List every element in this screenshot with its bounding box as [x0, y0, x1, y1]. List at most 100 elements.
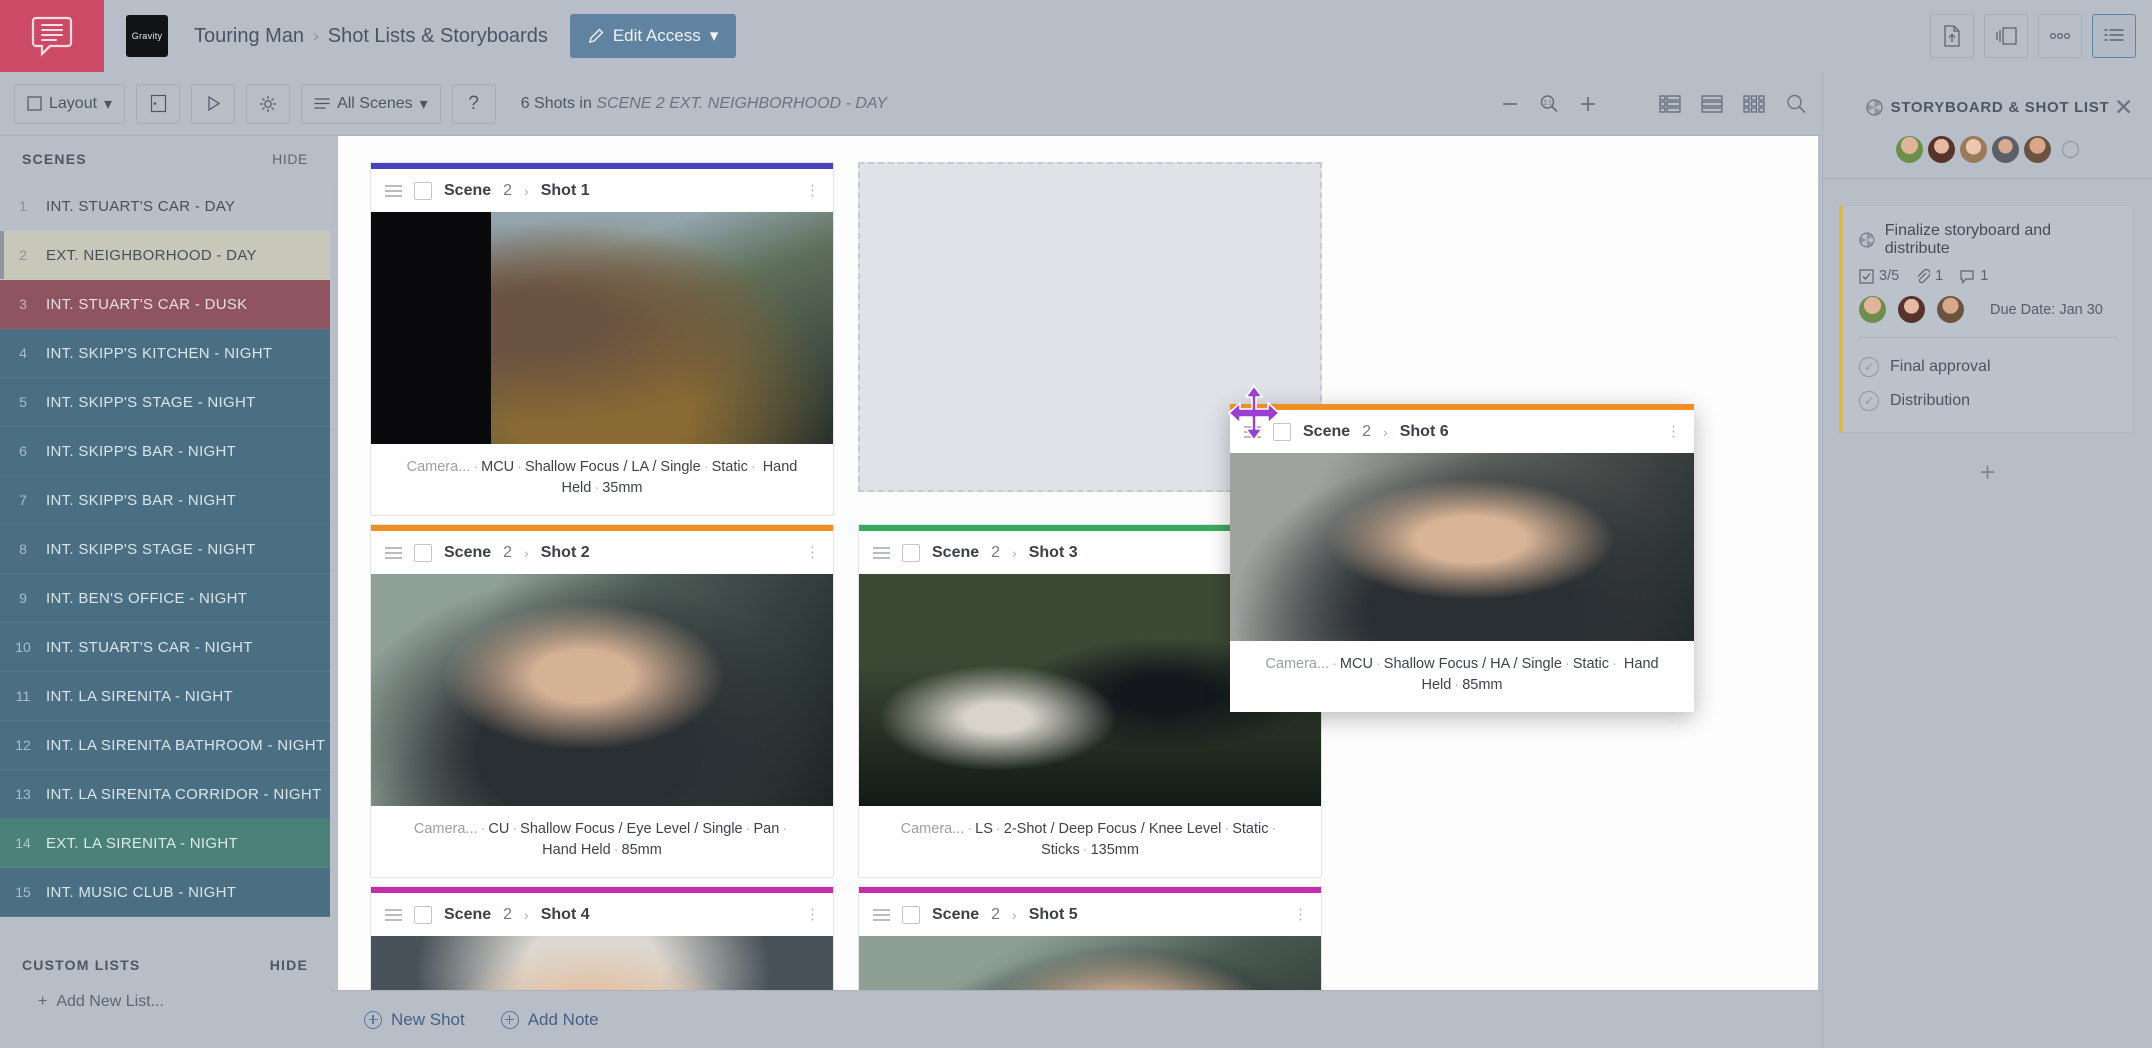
scene-row[interactable]: 11 INT. LA SIRENITA - NIGHT: [0, 672, 330, 721]
scene-row[interactable]: 10 INT. STUART'S CAR - NIGHT: [0, 623, 330, 672]
shot-thumbnail[interactable]: [1230, 453, 1694, 641]
app-logo[interactable]: [0, 0, 104, 72]
settings-button[interactable]: [246, 83, 291, 124]
drag-handle-icon[interactable]: [873, 908, 890, 921]
shot-menu-button[interactable]: ⋮: [1666, 424, 1681, 439]
shot-select-checkbox[interactable]: [414, 543, 432, 562]
breadcrumb-project[interactable]: Touring Man: [194, 25, 304, 48]
add-new-list-button[interactable]: + Add New List...: [0, 993, 330, 1011]
scene-row[interactable]: 6 INT. SKIPP'S BAR - NIGHT: [0, 427, 330, 476]
avatar[interactable]: [1960, 136, 1987, 163]
add-note-button[interactable]: Add Note: [500, 1010, 599, 1030]
scene-row[interactable]: 2 EXT. NEIGHBORHOOD - DAY: [0, 231, 330, 280]
circle-check-icon[interactable]: ✓: [1859, 391, 1879, 411]
scene-name: EXT. NEIGHBORHOOD - DAY: [46, 246, 257, 264]
scene-row[interactable]: 8 INT. SKIPP'S STAGE - NIGHT: [0, 525, 330, 574]
board-bottom-actions: New Shot Add Note: [330, 990, 1822, 1048]
scene-row[interactable]: 9 INT. BEN'S OFFICE - NIGHT: [0, 574, 330, 623]
scene-number: 11: [15, 688, 31, 704]
shot-select-checkbox[interactable]: [414, 181, 432, 200]
shot-menu-button[interactable]: ⋮: [1293, 907, 1308, 922]
add-task-button[interactable]: +: [1823, 457, 2152, 488]
shot-list-button[interactable]: [2092, 14, 2136, 58]
scene-row[interactable]: 14 EXT. LA SIRENITA - NIGHT: [0, 819, 330, 868]
shot-thumbnail[interactable]: [371, 212, 833, 444]
avatar[interactable]: [1928, 136, 1955, 163]
scenes-filter-label: All Scenes: [337, 94, 413, 112]
scene-number: 7: [19, 492, 27, 508]
scene-row[interactable]: 3 INT. STUART'S CAR - DUSK: [0, 280, 330, 329]
avatar[interactable]: [1937, 296, 1964, 323]
shot-scene-label: Scene: [444, 181, 492, 199]
scene-row[interactable]: 15 INT. MUSIC CLUB - NIGHT: [0, 868, 330, 917]
export-button[interactable]: [1930, 14, 1974, 58]
drag-handle-icon[interactable]: [385, 184, 402, 197]
shot-card[interactable]: Scene 2 › Shot 1 ⋮ Camera... · MCU · Shallow Focu…: [370, 162, 834, 517]
zoom-in-button[interactable]: [1579, 95, 1597, 113]
scene-row[interactable]: 4 INT. SKIPP'S KITCHEN - NIGHT: [0, 329, 330, 378]
task-subitem[interactable]: ✓ Distribution: [1859, 384, 2117, 418]
new-shot-button[interactable]: New Shot: [364, 1010, 465, 1030]
drag-handle-icon[interactable]: [873, 546, 890, 559]
drag-handle-icon[interactable]: [385, 908, 402, 921]
view-grid-button[interactable]: [1743, 94, 1765, 114]
view-list-button[interactable]: [1659, 94, 1681, 114]
scene-row[interactable]: 13 INT. LA SIRENITA CORRIDOR - NIGHT: [0, 770, 330, 819]
shot-menu-button[interactable]: ⋮: [805, 907, 820, 922]
new-shot-label: New Shot: [391, 1009, 465, 1029]
shot-select-checkbox[interactable]: [902, 543, 920, 562]
chevron-right-icon: ›: [1012, 544, 1017, 561]
breadcrumb-section[interactable]: Shot Lists & Storyboards: [328, 25, 548, 48]
dragged-shot-card[interactable]: Scene 2 › Shot 6 ⋮ Camera... · MCU · Shallow Focu…: [1230, 404, 1694, 713]
avatar[interactable]: [1896, 136, 1923, 163]
add-new-list-label: Add New List...: [56, 993, 164, 1010]
scene-list: 1 INT. STUART'S CAR - DAY 2 EXT. NEIGHBORHO…: [0, 182, 330, 917]
view-rows-button[interactable]: [1701, 94, 1723, 114]
zoom-reset-button[interactable]: 1:1: [1539, 94, 1559, 114]
help-button[interactable]: ?: [451, 83, 496, 124]
shot-count-status: 6 Shots in SCENE 2 EXT. NEIGHBORHOOD - D…: [521, 95, 887, 113]
edit-access-button[interactable]: Edit Access ▾: [569, 14, 737, 58]
layout-button[interactable]: Layout ▾: [14, 83, 126, 124]
circle-check-icon[interactable]: ✓: [1859, 357, 1879, 377]
shot-thumbnail[interactable]: [371, 574, 833, 807]
drag-handle-icon[interactable]: [385, 546, 402, 559]
avatar[interactable]: [1898, 296, 1925, 323]
shot-menu-button[interactable]: ⋮: [805, 183, 820, 198]
more-button[interactable]: [2038, 14, 2082, 58]
custom-lists-hide-button[interactable]: HIDE: [270, 957, 308, 973]
add-member-icon[interactable]: [2062, 141, 2079, 158]
scene-row[interactable]: 7 INT. SKIPP'S BAR - NIGHT: [0, 476, 330, 525]
scene-row[interactable]: 5 INT. SKIPP'S STAGE - NIGHT: [0, 378, 330, 427]
avatar[interactable]: [1859, 296, 1886, 323]
play-button[interactable]: [191, 83, 236, 124]
shot-select-checkbox[interactable]: [414, 905, 432, 924]
shot-select-checkbox[interactable]: [1273, 422, 1291, 441]
task-card[interactable]: Finalize storyboard and distribute 3/5 1: [1839, 205, 2134, 433]
avatar[interactable]: [1992, 136, 2019, 163]
drag-handle-icon[interactable]: [1244, 425, 1261, 438]
sidebar-toggle-button[interactable]: [136, 83, 181, 124]
shot-scene-number: 2: [991, 543, 1001, 561]
zoom-out-button[interactable]: [1501, 95, 1519, 113]
scene-number: 4: [19, 345, 27, 361]
task-subitem[interactable]: ✓ Final approval: [1859, 350, 2117, 384]
scene-name: INT. LA SIRENITA BATHROOM - NIGHT: [46, 736, 326, 754]
search-button[interactable]: [1785, 93, 1807, 115]
close-icon[interactable]: ✕: [2114, 94, 2134, 121]
shot-select-checkbox[interactable]: [902, 905, 920, 924]
chevron-right-icon: ›: [1012, 906, 1017, 923]
shot-card[interactable]: Scene 2 › Shot 2 ⋮ Camera... · CU · Shallow Focus…: [370, 524, 834, 879]
task-subitem-label: Distribution: [1890, 392, 1971, 409]
shot-menu-button[interactable]: ⋮: [805, 545, 820, 560]
shot-meta-description: Shallow Focus / HA / Single: [1383, 656, 1562, 672]
scene-row[interactable]: 12 INT. LA SIRENITA BATHROOM - NIGHT: [0, 721, 330, 770]
project-thumbnail[interactable]: Gravity: [126, 15, 168, 57]
scenes-hide-button[interactable]: HIDE: [272, 151, 308, 167]
task-attachments-stat: 1: [1915, 268, 1943, 284]
shot-metadata: Camera... · LS · 2-Shot / Deep Focus / Knee …: [900, 821, 1277, 859]
scene-row[interactable]: 1 INT. STUART'S CAR - DAY: [0, 182, 330, 231]
panels-button[interactable]: [1984, 14, 2028, 58]
avatar[interactable]: [2024, 136, 2051, 163]
scenes-filter-button[interactable]: All Scenes ▾: [301, 83, 441, 124]
